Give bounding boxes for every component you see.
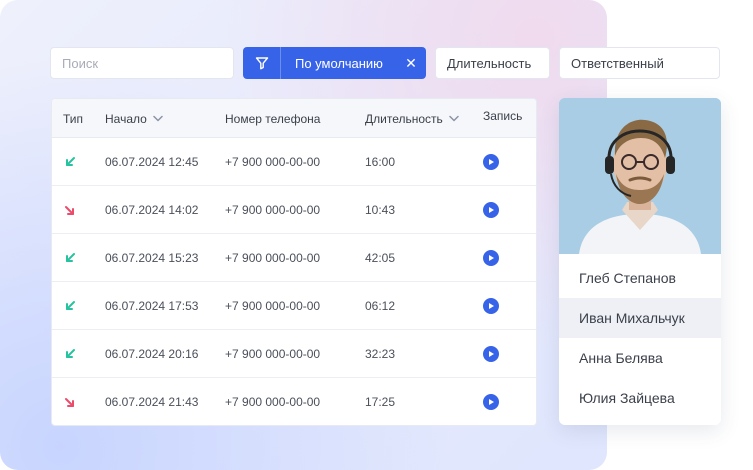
call-duration: 06:12 (365, 299, 396, 313)
close-icon[interactable]: ✕ (396, 47, 426, 79)
phone-number: +7 900 000-00-00 (225, 251, 321, 265)
column-duration-label: Длительность (365, 111, 443, 126)
incoming-call-icon (63, 234, 77, 282)
play-button[interactable] (483, 138, 499, 186)
table-row[interactable]: 06.07.2024 21:43 +7 900 000-00-00 17:25 (52, 378, 536, 425)
call-start: 06.07.2024 15:23 (105, 251, 199, 265)
column-duration[interactable]: Длительность (365, 99, 459, 138)
call-duration: 42:05 (365, 251, 396, 265)
operator-photo (559, 98, 721, 254)
phone-number: +7 900 000-00-00 (225, 203, 321, 217)
person-item[interactable]: Глеб Степанов (559, 258, 721, 298)
outgoing-call-icon (63, 186, 77, 234)
responsible-card: Глеб Степанов Иван Михальчук Анна Белява Юл… (559, 98, 721, 425)
incoming-call-icon (63, 330, 77, 378)
person-item[interactable]: Юлия Зайцева (559, 378, 721, 418)
call-duration: 32:23 (365, 347, 396, 361)
call-start: 06.07.2024 17:53 (105, 299, 199, 313)
table-header: Тип Начало Номер телефона Длительность З… (52, 99, 536, 138)
table-body: 06.07.2024 12:45 +7 900 000-00-00 16:00 06.… (52, 138, 536, 425)
preset-label: По умолчанию (295, 55, 383, 71)
table-row[interactable]: 06.07.2024 20:16 +7 900 000-00-00 32:23 (52, 330, 536, 378)
phone-number: +7 900 000-00-00 (225, 155, 321, 169)
call-start: 06.07.2024 12:45 (105, 155, 199, 169)
people-list: Глеб Степанов Иван Михальчук Анна Белява Юл… (559, 258, 721, 418)
phone-number: +7 900 000-00-00 (225, 347, 321, 361)
play-button[interactable] (483, 186, 499, 234)
duration-filter[interactable]: Длительность (435, 47, 550, 79)
play-button[interactable] (483, 282, 499, 330)
phone-number: +7 900 000-00-00 (225, 395, 321, 409)
owner-filter[interactable]: Ответственный (559, 47, 720, 79)
call-start: 06.07.2024 14:02 (105, 203, 199, 217)
table-row[interactable]: 06.07.2024 12:45 +7 900 000-00-00 16:00 (52, 138, 536, 186)
preset-filter[interactable]: По умолчанию ✕ (243, 47, 426, 79)
column-type: Тип (63, 111, 84, 126)
table-row[interactable]: 06.07.2024 15:23 +7 900 000-00-00 42:05 (52, 234, 536, 282)
search-input[interactable] (50, 47, 234, 79)
incoming-call-icon (63, 282, 77, 330)
call-start: 06.07.2024 20:16 (105, 347, 199, 361)
play-button[interactable] (483, 234, 499, 282)
person-item[interactable]: Анна Белява (559, 338, 721, 378)
column-phone: Номер телефона (225, 111, 321, 126)
calls-table: Тип Начало Номер телефона Длительность З… (51, 98, 537, 426)
call-start: 06.07.2024 21:43 (105, 395, 199, 409)
table-row[interactable]: 06.07.2024 14:02 +7 900 000-00-00 10:43 (52, 186, 536, 234)
call-duration: 16:00 (365, 155, 396, 169)
call-duration: 10:43 (365, 203, 396, 217)
incoming-call-icon (63, 138, 77, 186)
person-item[interactable]: Иван Михальчук (559, 298, 721, 338)
chevron-down-icon[interactable] (153, 115, 163, 122)
table-row[interactable]: 06.07.2024 17:53 +7 900 000-00-00 06:12 (52, 282, 536, 330)
play-icon[interactable] (483, 346, 499, 362)
call-duration: 17:25 (365, 395, 396, 409)
chevron-down-icon[interactable] (449, 115, 459, 122)
play-icon[interactable] (483, 394, 499, 410)
filter-icon[interactable] (243, 47, 281, 79)
column-start[interactable]: Начало (105, 99, 163, 138)
outgoing-call-icon (63, 378, 77, 425)
play-icon[interactable] (483, 202, 499, 218)
column-start-label: Начало (105, 111, 147, 126)
column-record: Запись (483, 108, 523, 123)
play-button[interactable] (483, 330, 499, 378)
play-icon[interactable] (483, 154, 499, 170)
play-icon[interactable] (483, 250, 499, 266)
phone-number: +7 900 000-00-00 (225, 299, 321, 313)
play-button[interactable] (483, 378, 499, 425)
play-icon[interactable] (483, 298, 499, 314)
